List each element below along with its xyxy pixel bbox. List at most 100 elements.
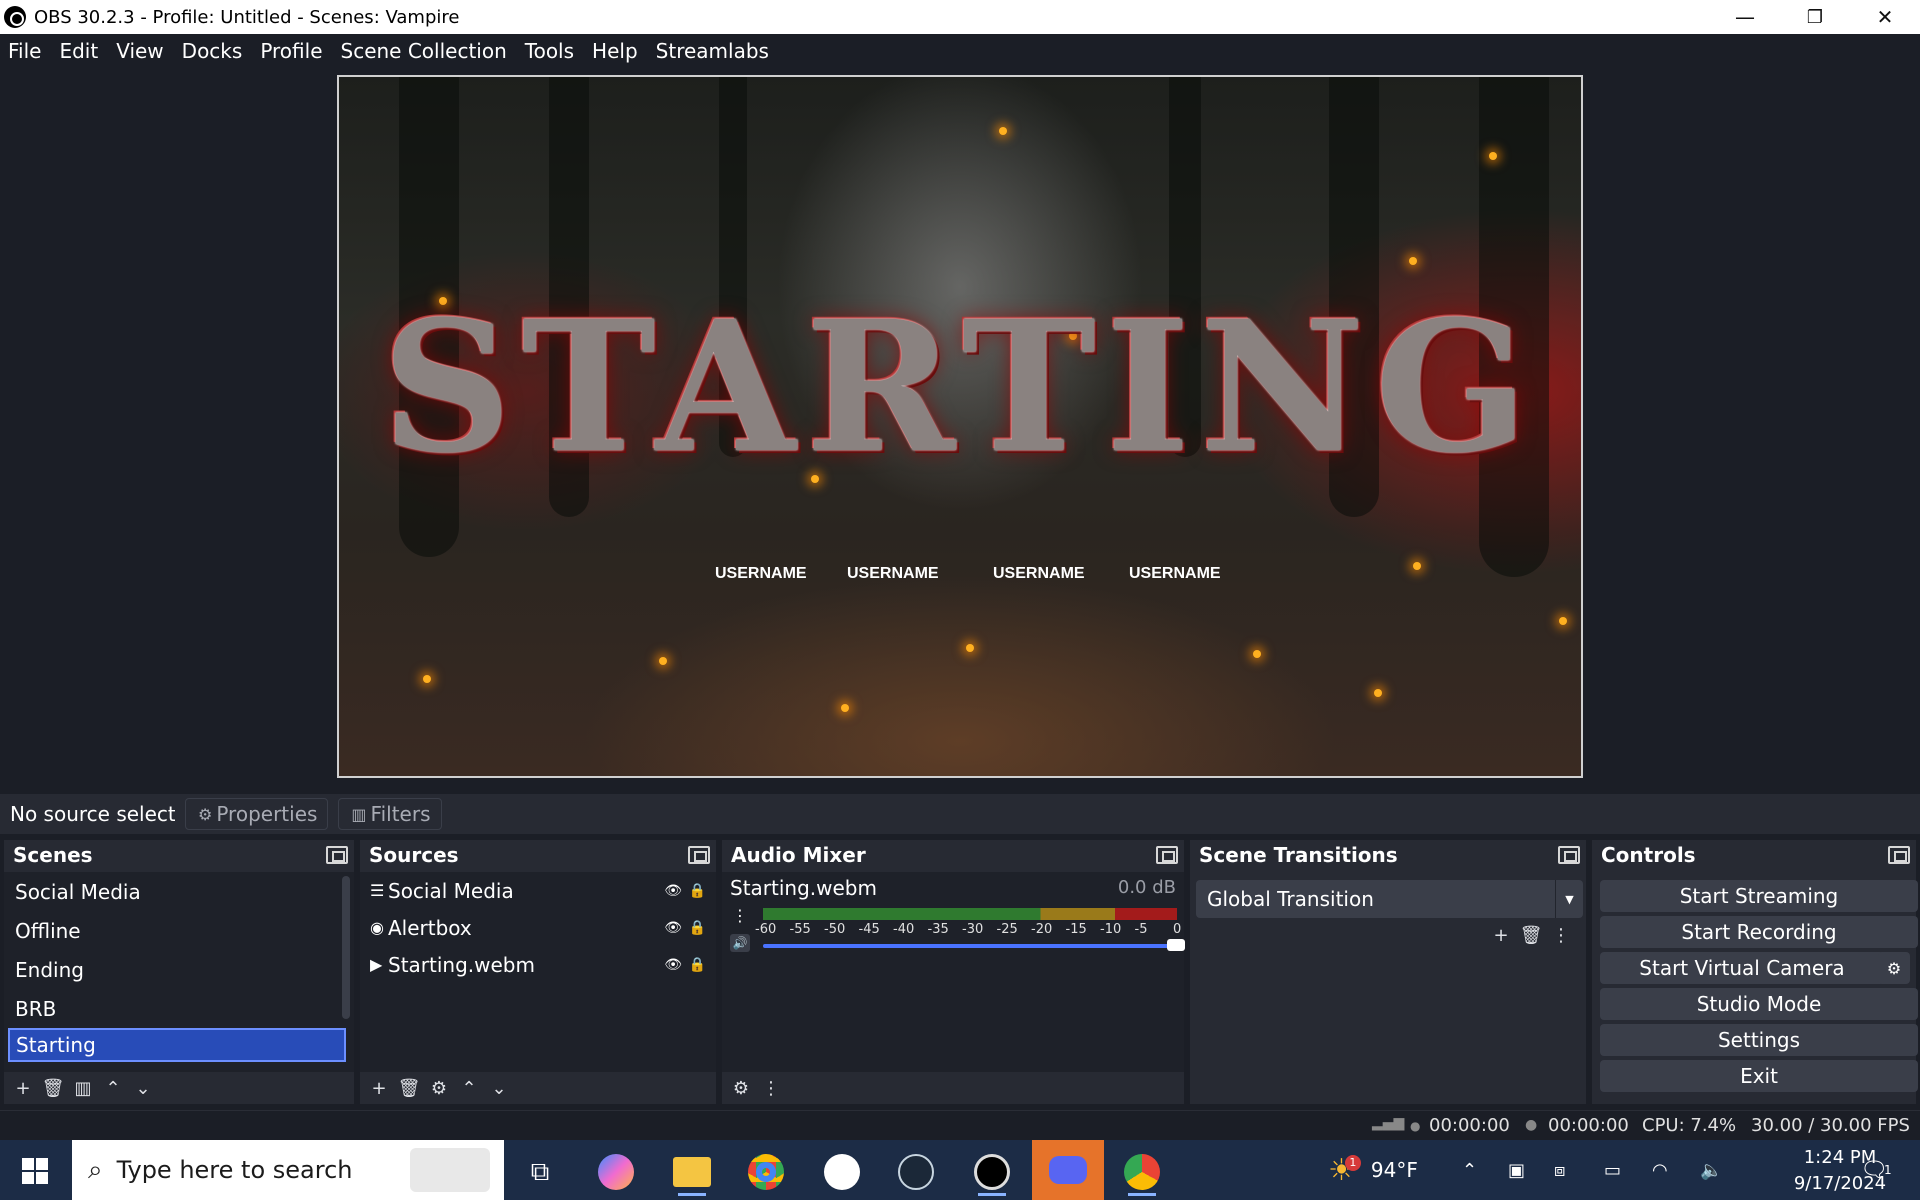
ember-particle [659, 657, 667, 665]
channel-db-readout: 0.0 dB [1117, 877, 1176, 898]
volume-slider-handle[interactable] [1167, 939, 1185, 951]
undock-icon[interactable] [1888, 846, 1910, 864]
window-title: OBS 30.2.3 - Profile: Untitled - Scenes:… [34, 6, 460, 28]
scene-item-offline[interactable]: Offline [4, 911, 354, 950]
ember-particle [1374, 689, 1382, 697]
scenes-scrollbar[interactable] [342, 876, 350, 1019]
window-titlebar: OBS 30.2.3 - Profile: Untitled - Scenes:… [0, 0, 1920, 34]
taskbar-search[interactable]: ⌕ Type here to search [72, 1140, 504, 1200]
username-label: USERNAME [847, 565, 939, 582]
menu-profile[interactable]: Profile [260, 39, 322, 63]
mixer-menu-icon[interactable]: ⋮ [758, 1075, 784, 1101]
sources-dock-header: Sources [360, 840, 716, 870]
move-up-icon[interactable]: ⌃ [100, 1075, 126, 1101]
move-down-icon[interactable]: ⌄ [130, 1075, 156, 1101]
advanced-audio-icon[interactable]: ⚙ [728, 1075, 754, 1101]
menu-streamlabs[interactable]: Streamlabs [656, 39, 769, 63]
meet-now-icon[interactable]: ▣ [1508, 1140, 1525, 1200]
close-button[interactable]: ✕ [1850, 0, 1920, 34]
battery-icon[interactable]: ▭ [1604, 1140, 1621, 1200]
windows-taskbar: ⌕ Type here to search ⧉ ☀ 1 94°F ⌃ ▣ ⧈ ▭ … [0, 1140, 1920, 1200]
undock-icon[interactable] [1558, 846, 1580, 864]
chrome-icon[interactable] [742, 1148, 790, 1196]
stream-indicator-icon: ● [1410, 1119, 1421, 1133]
source-item-social-media[interactable]: ☰ Social Media 👁 🔒 [360, 872, 716, 909]
undock-icon[interactable] [688, 846, 710, 864]
steam-icon[interactable] [892, 1148, 940, 1196]
copilot-icon[interactable] [592, 1148, 640, 1196]
lock-icon[interactable]: 🔒 [689, 883, 706, 899]
move-down-icon[interactable]: ⌄ [486, 1075, 512, 1101]
add-transition-icon[interactable]: + [1488, 922, 1514, 948]
lock-icon[interactable]: 🔒 [689, 957, 706, 973]
add-source-icon[interactable]: + [366, 1075, 392, 1101]
visibility-eye-icon[interactable]: 👁 [664, 957, 682, 973]
meter-tick-label: -25 [996, 922, 1018, 937]
scenes-dock: Scenes Social Media Offline Ending BRB S… [4, 840, 354, 1104]
wifi-icon[interactable]: ◠ [1652, 1140, 1668, 1200]
scene-item-brb[interactable]: BRB [4, 989, 354, 1028]
menu-view[interactable]: View [116, 39, 163, 63]
move-up-icon[interactable]: ⌃ [456, 1075, 482, 1101]
volume-icon[interactable]: 🔈 [1700, 1140, 1722, 1200]
speaker-icon[interactable]: 🔊 [730, 934, 750, 952]
virtual-camera-settings-icon[interactable]: ⚙ [1878, 952, 1910, 984]
source-item-starting-webm[interactable]: ▶ Starting.webm 👁 🔒 [360, 946, 716, 983]
start-recording-button[interactable]: Start Recording [1600, 916, 1918, 948]
remove-source-icon[interactable]: 🗑 [396, 1075, 422, 1101]
remove-transition-icon[interactable]: 🗑 [1518, 922, 1544, 948]
obs-taskbar-icon[interactable] [968, 1148, 1016, 1196]
channel-menu-icon[interactable]: ⋮ [732, 906, 748, 925]
meter-tick-label: -40 [893, 922, 915, 937]
controls-title: Controls [1601, 843, 1696, 867]
start-streaming-button[interactable]: Start Streaming [1600, 880, 1918, 912]
visibility-eye-icon[interactable]: 👁 [664, 920, 682, 936]
undock-icon[interactable] [1156, 846, 1178, 864]
obs-logo-icon [4, 6, 26, 28]
remove-scene-icon[interactable]: 🗑 [40, 1075, 66, 1101]
task-view-icon[interactable]: ⧉ [516, 1148, 564, 1196]
filters-button[interactable]: ▥ Filters [338, 798, 442, 830]
scene-item-ending[interactable]: Ending [4, 950, 354, 989]
source-properties-icon[interactable]: ⚙ [426, 1075, 452, 1101]
menu-docks[interactable]: Docks [182, 39, 243, 63]
lock-icon[interactable]: 🔒 [689, 920, 706, 936]
volume-slider[interactable] [763, 939, 1185, 951]
exit-button[interactable]: Exit [1600, 1060, 1918, 1092]
screen-icon[interactable]: ⧈ [1554, 1140, 1565, 1200]
minimize-button[interactable]: — [1710, 0, 1780, 34]
weather-widget[interactable]: ☀ 1 94°F [1328, 1140, 1418, 1200]
transition-select[interactable]: Global Transition ▼ [1196, 880, 1583, 918]
transition-menu-icon[interactable]: ⋮ [1548, 922, 1574, 948]
show-hidden-icons[interactable]: ⌃ [1462, 1140, 1477, 1200]
source-item-alertbox[interactable]: ◉ Alertbox 👁 🔒 [360, 909, 716, 946]
menu-edit[interactable]: Edit [59, 39, 98, 63]
scene-filters-icon[interactable]: ▥ [70, 1075, 96, 1101]
visibility-eye-icon[interactable]: 👁 [664, 883, 682, 899]
discord-icon[interactable] [1032, 1140, 1104, 1200]
list-icon: ☰ [370, 881, 385, 900]
app-icon[interactable] [818, 1148, 866, 1196]
scene-item-social-media[interactable]: Social Media [4, 872, 354, 911]
source-toolbar: No source selected ⚙ Properties ▥ Filter… [0, 794, 1920, 834]
notifications-icon[interactable]: 🗨 1 [1860, 1140, 1892, 1200]
menu-scene-collection[interactable]: Scene Collection [341, 39, 507, 63]
undock-icon[interactable] [326, 846, 348, 864]
transition-select-value: Global Transition [1207, 887, 1374, 911]
windows-start-icon[interactable] [22, 1158, 48, 1184]
scene-item-starting[interactable]: Starting [8, 1028, 346, 1062]
add-scene-icon[interactable]: + [10, 1075, 36, 1101]
program-preview[interactable]: STARTING USERNAME USERNAME USERNAME USER… [337, 75, 1583, 778]
chrome-profile-icon[interactable] [1118, 1148, 1166, 1196]
start-virtual-camera-button[interactable]: Start Virtual Camera [1600, 952, 1884, 984]
maximize-button[interactable]: ❐ [1780, 0, 1850, 34]
properties-button[interactable]: ⚙ Properties [185, 798, 329, 830]
menu-help[interactable]: Help [592, 39, 638, 63]
audio-mixer-body: Starting.webm 0.0 dB ⋮ -60 -55 -50 -45 -40 -3… [722, 872, 1185, 1072]
menu-bar: File Edit View Docks Profile Scene Colle… [0, 34, 1920, 68]
menu-file[interactable]: File [8, 39, 41, 63]
file-explorer-icon[interactable] [668, 1148, 716, 1196]
studio-mode-button[interactable]: Studio Mode [1600, 988, 1918, 1020]
settings-button[interactable]: Settings [1600, 1024, 1918, 1056]
menu-tools[interactable]: Tools [525, 39, 574, 63]
